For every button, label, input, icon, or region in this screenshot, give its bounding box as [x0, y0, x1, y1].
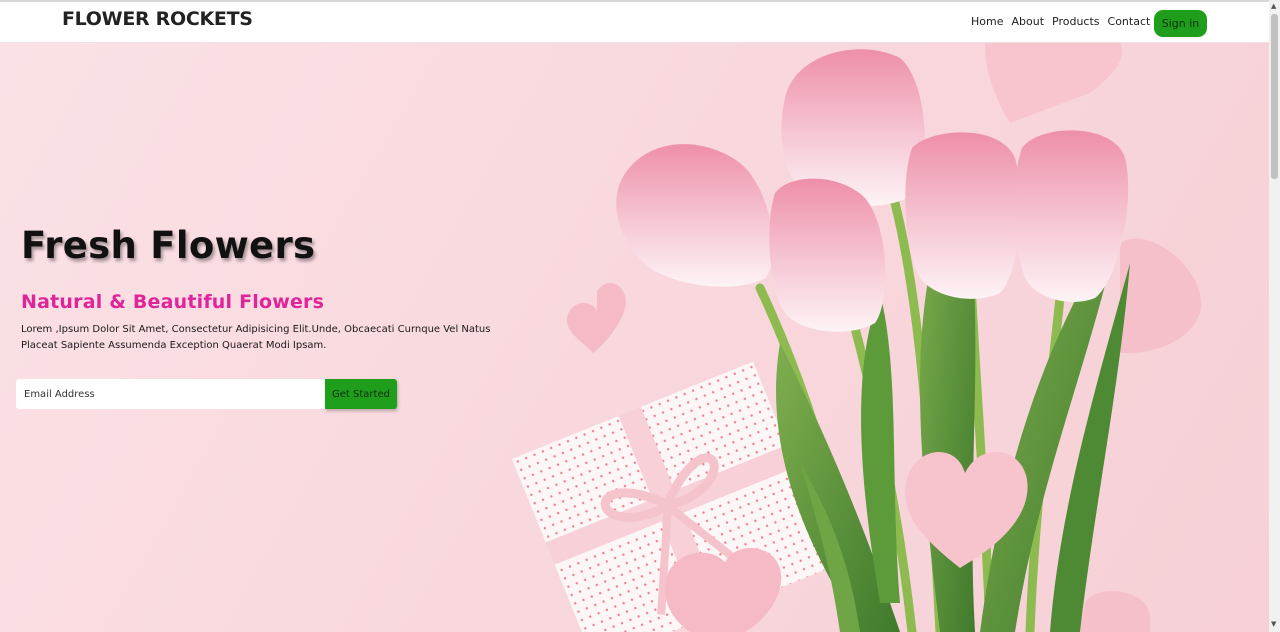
scroll-thumb[interactable]	[1271, 14, 1278, 179]
page-scrollbar[interactable]: ▲ ▼	[1269, 0, 1280, 632]
nav-link-products[interactable]: Products	[1052, 15, 1100, 28]
scroll-down-icon[interactable]: ▼	[1271, 620, 1276, 628]
hero-section: Fresh Flowers Natural & Beautiful Flower…	[0, 43, 1269, 632]
email-input[interactable]	[16, 379, 325, 409]
scroll-up-icon[interactable]: ▲	[1271, 2, 1276, 10]
sign-in-button[interactable]: Sign in	[1154, 10, 1207, 37]
nav-links: Home About Products Contact	[971, 15, 1150, 28]
top-navbar: FLOWER ROCKETS Home About Products Conta…	[0, 0, 1269, 43]
hero-description: Lorem ,Ipsum Dolor Sit Amet, Consectetur…	[21, 324, 491, 351]
hero-title: Fresh Flowers	[21, 224, 316, 267]
nav-link-contact[interactable]: Contact	[1108, 15, 1151, 28]
hero-subtitle: Natural & Beautiful Flowers	[21, 291, 325, 313]
brand-logo[interactable]: FLOWER ROCKETS	[62, 8, 253, 30]
nav-link-about[interactable]: About	[1011, 15, 1044, 28]
get-started-button[interactable]: Get Started	[325, 379, 397, 409]
nav-link-home[interactable]: Home	[971, 15, 1003, 28]
